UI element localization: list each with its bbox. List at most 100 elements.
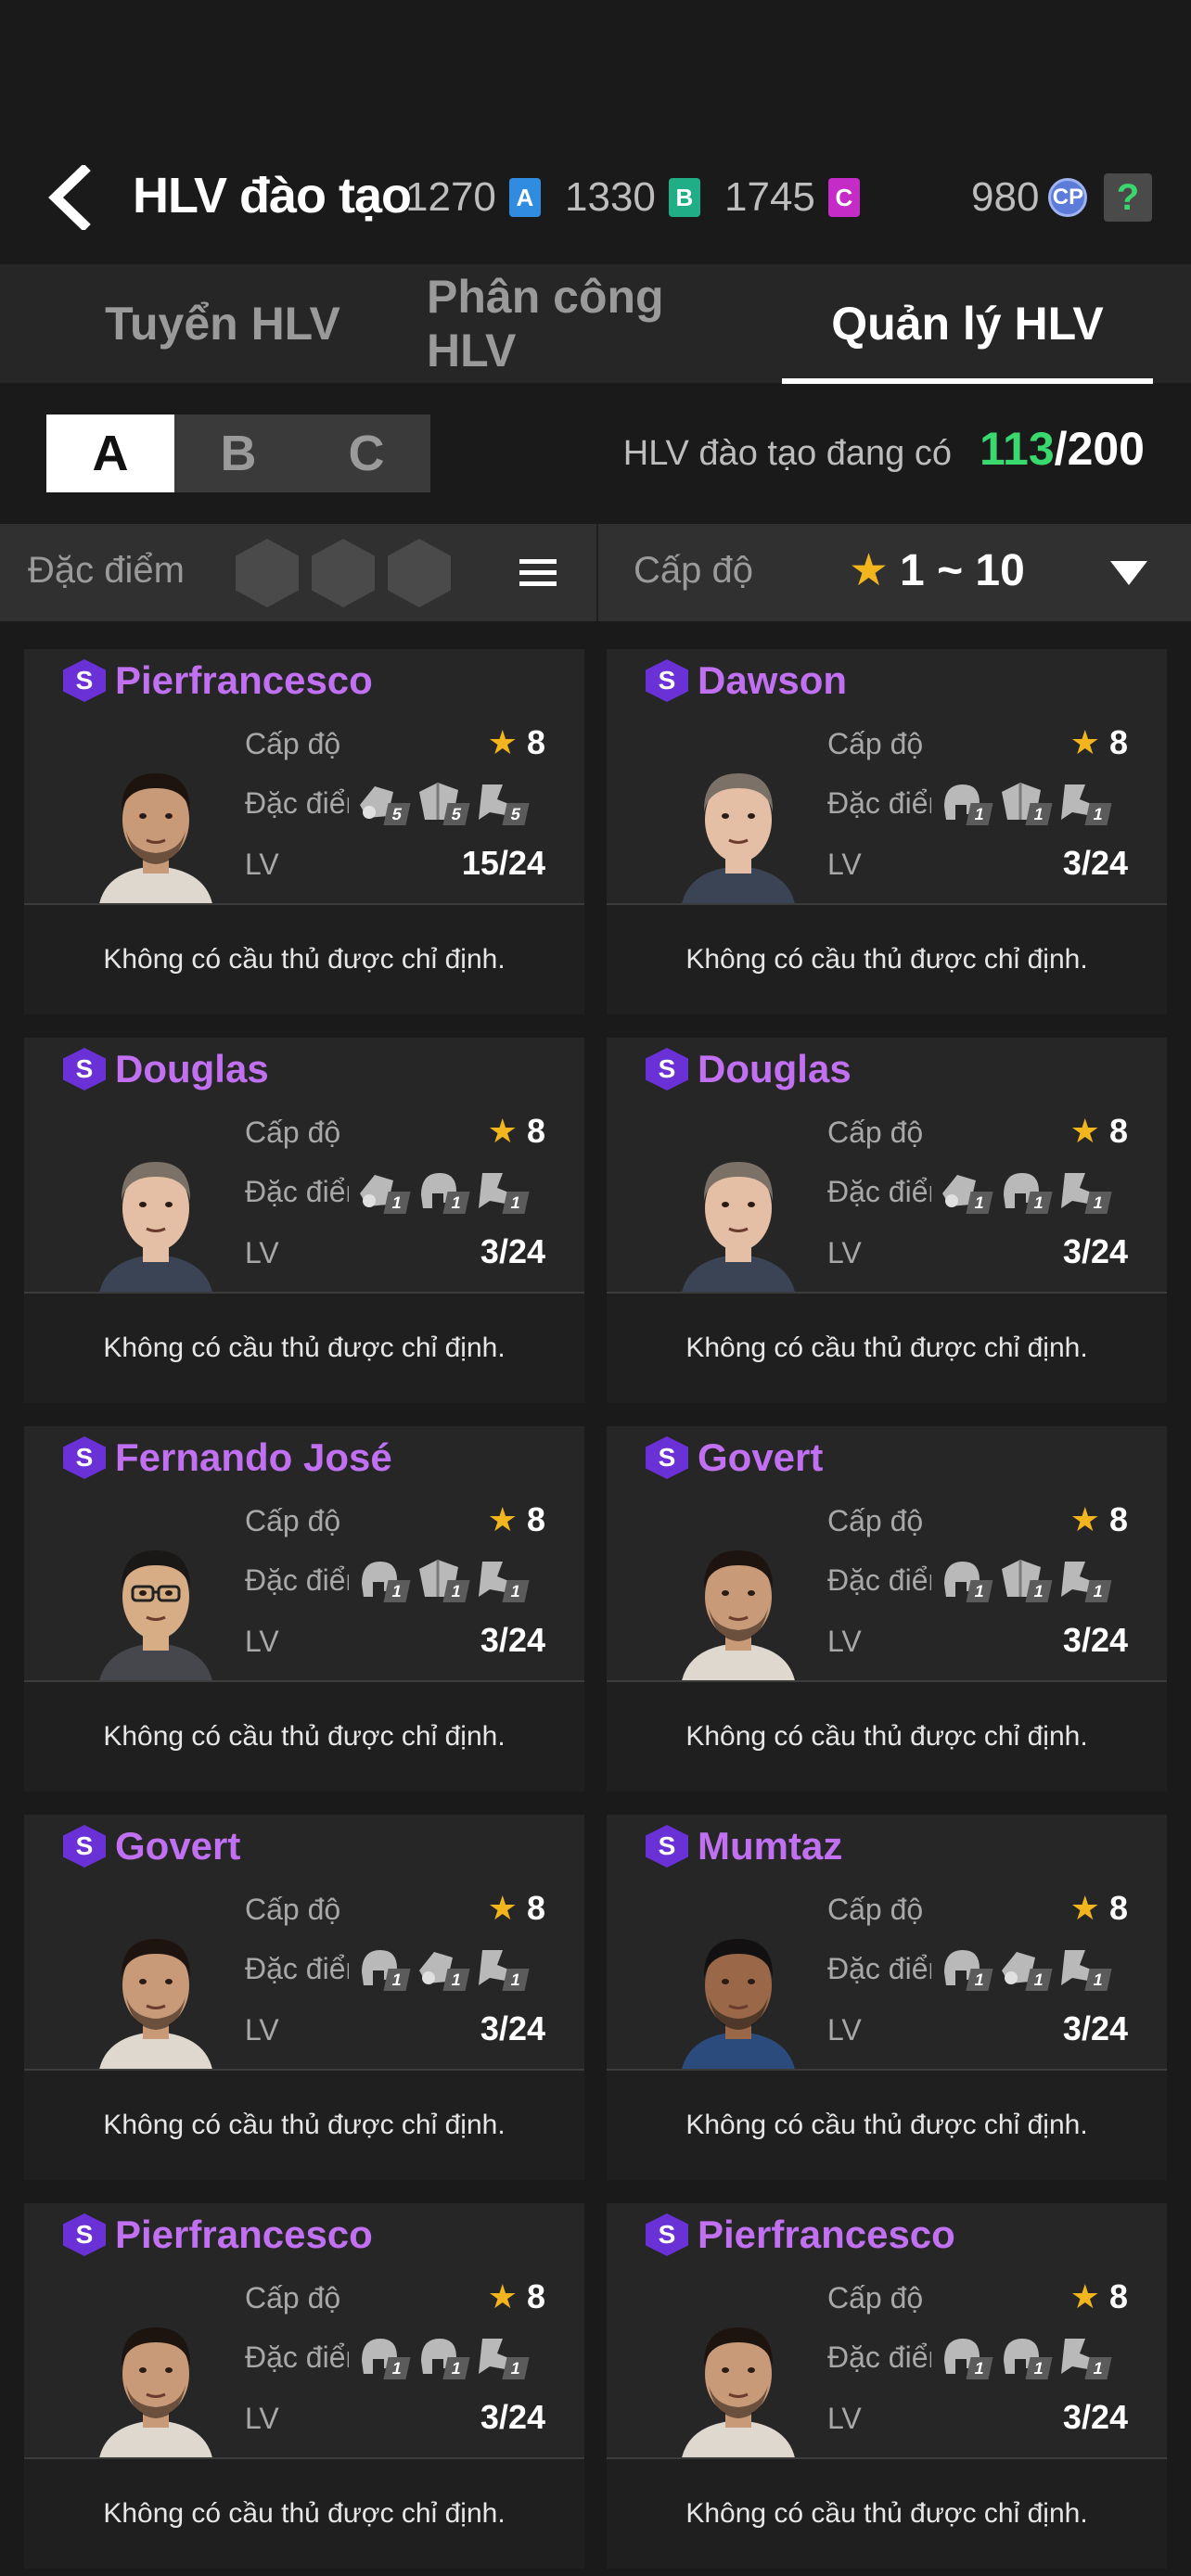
trait-slot-hexagon[interactable] [236,539,299,607]
lv-label: LV [245,1236,279,1269]
level-label: Cấp độ [827,1504,924,1537]
trait-level: 1 [966,2357,993,2379]
star-icon: ★ [849,546,890,595]
tab-recruit-coach[interactable]: Tuyển HLV [74,264,371,383]
coach-name: Pierfrancesco [698,2213,955,2256]
coach-name: Pierfrancesco [115,2213,373,2256]
star-icon: ★ [487,1889,518,1927]
traits-label: Đặc điểm [827,786,931,820]
coach-portrait [91,1917,221,2074]
coach-traits: 1 1 1 [356,1167,530,1214]
star-icon: ★ [487,1500,518,1538]
cp-coin-icon: CP [1048,178,1088,217]
coach-level: ★ 8 [488,723,545,762]
trait-filter-slots [236,539,451,607]
assigned-player-status: Không có cầu thủ được chỉ định. [607,1682,1167,1792]
coach-count: HLV đào tạo đang có 113 /200 [623,422,1145,476]
helmet-trait-icon: 1 [356,1945,411,1991]
helmet-trait-icon: 1 [939,779,993,825]
coach-level: ★ 8 [1070,723,1128,762]
coach-lv: 3/24 [480,2009,545,2047]
coach-name: Fernando José [115,1435,392,1479]
traits-label: Đặc điểm [245,786,349,820]
level-label: Cấp độ [245,1893,341,1926]
s-grade-badge-icon: S [63,1436,106,1479]
level-label: Cấp độ [827,1116,924,1149]
shield-trait-icon: 1 [416,1556,470,1602]
trait-level: 1 [1025,2357,1053,2379]
trait-level: 1 [442,1580,470,1602]
trait-level: 1 [502,1969,530,1991]
group-a-button[interactable]: A [46,414,174,492]
tab-manage-coach[interactable]: Quản lý HLV [782,264,1153,383]
traits-label: Đặc điểm [245,2340,349,2374]
helmet-trait-icon: 1 [356,2333,411,2379]
coach-card[interactable]: S Pierfrancesco Cấp độ ★ 8 Đặc điểm 5 5 … [24,649,584,1014]
coach-level-value: 8 [1108,1500,1128,1538]
level-label: Cấp độ [245,2281,341,2315]
filter-bar: Đặc điểm đ Cấp độ ★ 1 ~ 10 [0,524,1191,621]
trait-filter[interactable]: Đặc điểm đ [0,524,594,621]
coach-name-row: S Douglas [646,1047,852,1091]
coach-level: ★ 8 [1070,2277,1128,2316]
coach-card[interactable]: S Douglas Cấp độ ★ 8 Đặc điểm 1 1 1 LV 3… [24,1038,584,1403]
trait-level: 1 [966,1580,993,1602]
trait-level: 1 [383,1580,411,1602]
coach-name: Douglas [698,1047,852,1090]
group-selector: A B C [46,414,430,492]
coach-card[interactable]: S Fernando José Cấp độ ★ 8 Đặc điểm 1 1 … [24,1426,584,1792]
coach-portrait [673,751,803,909]
dribble-trait-icon: 1 [998,1945,1053,1991]
coach-card[interactable]: S Douglas Cấp độ ★ 8 Đặc điểm 1 1 1 LV 3… [607,1038,1167,1403]
coach-card[interactable]: S Pierfrancesco Cấp độ ★ 8 Đặc điểm 1 1 … [24,2203,584,2569]
coach-name-row: S Douglas [63,1047,269,1091]
dribble-trait-icon: 1 [356,1167,411,1214]
tab-assign-coach[interactable]: Phân công HLV [427,264,761,383]
dropdown-triangle-icon[interactable] [1110,559,1147,587]
coach-name-row: S Dawson [646,658,847,703]
traits-label: Đặc điểm [245,1952,349,1985]
dribble-trait-icon: 1 [939,1167,993,1214]
level-label: Cấp độ [827,727,924,760]
assigned-player-status: Không có cầu thủ được chỉ định. [24,1682,584,1792]
star-icon: ★ [487,723,518,761]
coach-traits: 1 1 1 [939,1945,1112,1991]
coach-name-row: S Pierfrancesco [646,2213,955,2257]
kick-trait-icon: 1 [1057,779,1112,825]
coach-card[interactable]: S Mumtaz Cấp độ ★ 8 Đặc điểm 1 1 1 LV 3/… [607,1815,1167,2180]
trait-slot-hexagon[interactable] [312,539,375,607]
active-tab-indicator [782,378,1153,384]
level-filter[interactable]: Cấp độ ★ 1 ~ 10 [596,524,1191,621]
currency-a-icon: A [508,178,541,217]
star-icon: ★ [1069,723,1100,761]
lv-label: LV [245,848,279,881]
help-button[interactable]: ? [1104,173,1152,222]
group-c-button[interactable]: C [302,414,430,492]
star-icon: ★ [1069,1500,1100,1538]
coach-card[interactable]: S Dawson Cấp độ ★ 8 Đặc điểm 1 1 1 LV 3/… [607,649,1167,1014]
trait-slot-hexagon[interactable] [388,539,451,607]
trait-filter-label: Đặc điểm đ [28,550,195,591]
currency-cp-value: 980 [971,174,1040,220]
trait-level: 1 [1084,803,1112,825]
trait-level: 1 [966,803,993,825]
traits-label: Đặc điểm [827,1952,931,1985]
coach-lv: 3/24 [1062,1621,1128,1659]
traits-label: Đặc điểm [245,1175,349,1208]
star-icon: ★ [1069,1112,1100,1150]
coach-card[interactable]: S Pierfrancesco Cấp độ ★ 8 Đặc điểm 1 1 … [607,2203,1167,2569]
coach-card[interactable]: S Govert Cấp độ ★ 8 Đặc điểm 1 1 1 LV 3/… [24,1815,584,2180]
kick-trait-icon: 1 [475,2333,530,2379]
level-label: Cấp độ [827,1893,924,1926]
menu-list-icon[interactable] [519,557,557,589]
shield-trait-icon: 5 [416,779,470,825]
s-grade-badge-icon: S [646,1048,688,1090]
coach-level-value: 8 [526,1112,545,1150]
trait-level: 1 [442,1969,470,1991]
traits-label: Đặc điểm [245,1563,349,1597]
coach-name: Pierfrancesco [115,658,373,702]
coach-card[interactable]: S Govert Cấp độ ★ 8 Đặc điểm 1 1 1 LV 3/… [607,1426,1167,1792]
trait-level: 1 [502,1580,530,1602]
back-button[interactable] [37,165,102,230]
group-b-button[interactable]: B [174,414,302,492]
